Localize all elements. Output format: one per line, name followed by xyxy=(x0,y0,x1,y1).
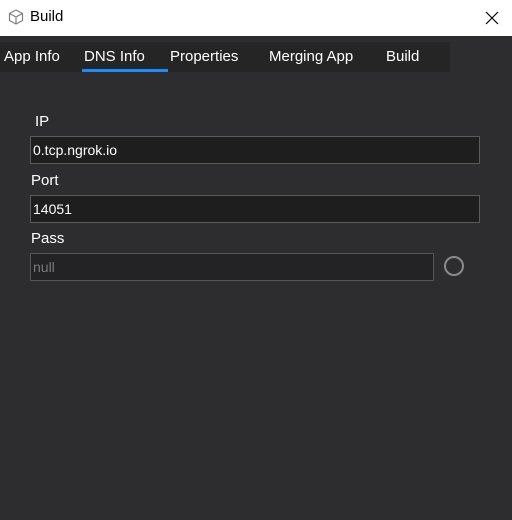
close-button[interactable] xyxy=(472,0,512,36)
port-field[interactable] xyxy=(30,195,480,223)
tab-merging-app[interactable]: Merging App xyxy=(269,42,353,72)
tab-app-info[interactable]: App Info xyxy=(4,42,60,72)
cube-icon xyxy=(8,9,24,25)
title-bar: Build xyxy=(0,0,512,36)
close-icon xyxy=(485,11,499,25)
pass-label: Pass xyxy=(31,230,65,247)
active-tab-indicator xyxy=(82,69,168,72)
ip-field[interactable] xyxy=(30,136,480,164)
pass-radio-button[interactable] xyxy=(444,256,464,276)
pass-field[interactable] xyxy=(30,253,434,281)
window-title: Build xyxy=(30,8,64,25)
ip-label: IP xyxy=(35,113,50,130)
tab-dns-info[interactable]: DNS Info xyxy=(84,42,145,72)
port-label: Port xyxy=(31,172,59,189)
build-window: Build App Info DNS Info Properties Mergi… xyxy=(0,0,512,520)
tab-build[interactable]: Build xyxy=(386,42,419,72)
tab-strip: App Info DNS Info Properties Merging App… xyxy=(0,42,450,72)
tab-properties[interactable]: Properties xyxy=(170,42,238,72)
